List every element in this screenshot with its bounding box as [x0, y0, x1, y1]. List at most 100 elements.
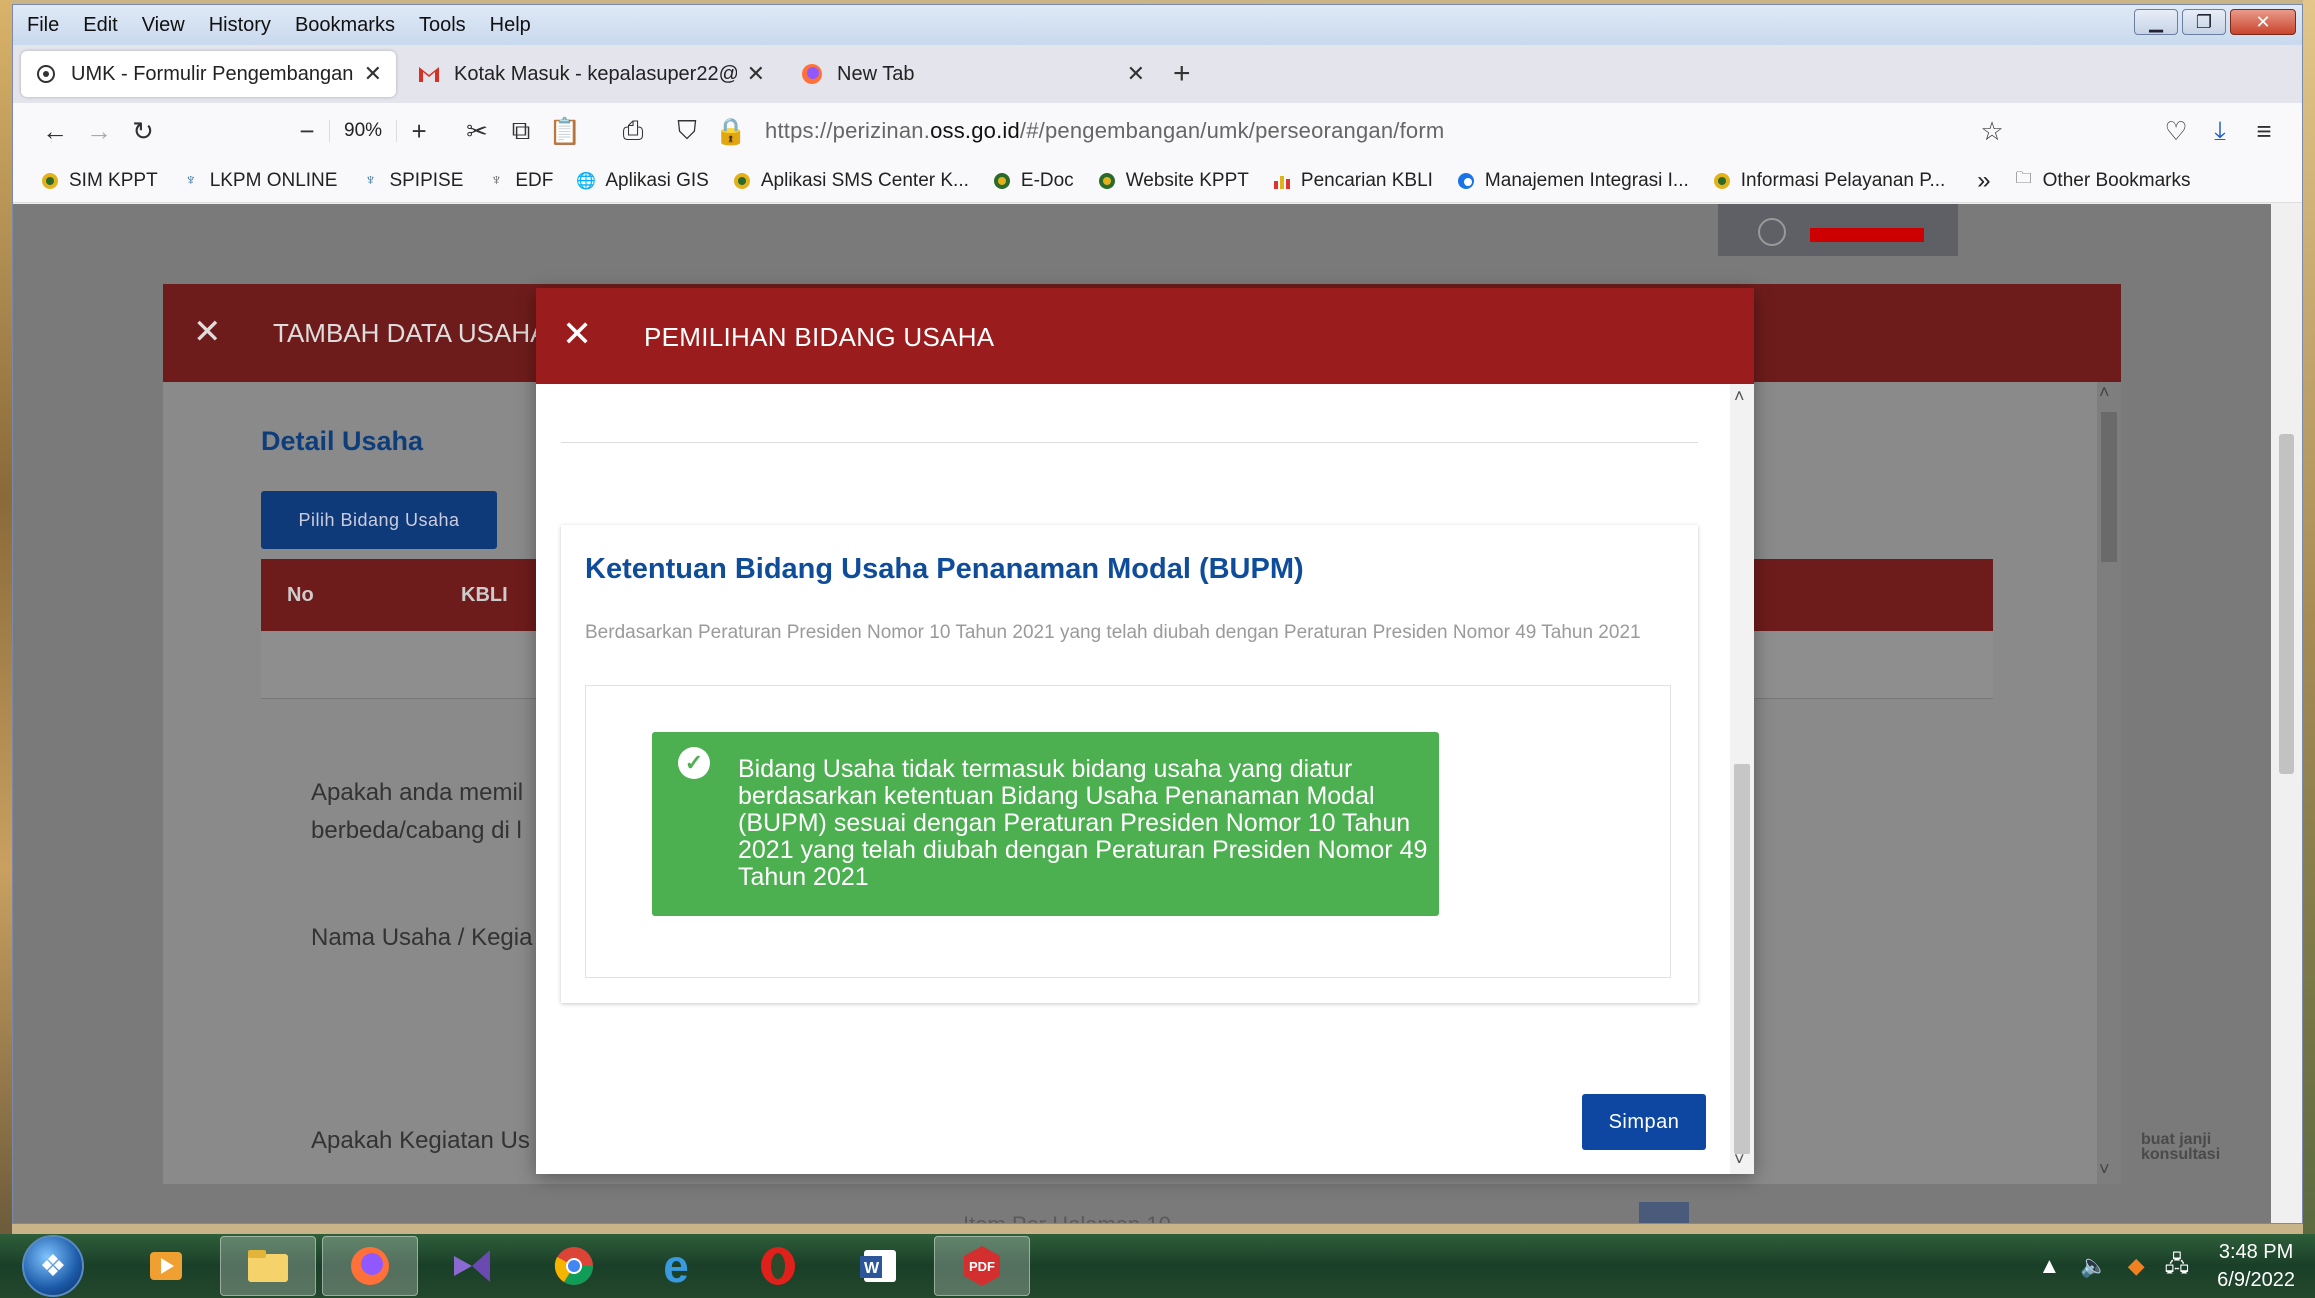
tab-gmail[interactable]: Kotak Masuk - kepalasuper22@ ✕ — [404, 51, 779, 97]
svg-text:PDF: PDF — [969, 1259, 995, 1274]
chevron-up-icon[interactable]: ˄ — [2099, 382, 2110, 403]
modal-header: ✕ PEMILIHAN BIDANG USAHA — [536, 288, 1754, 384]
emblem-icon — [991, 170, 1013, 192]
new-tab-icon[interactable]: + — [1173, 57, 1191, 91]
word-icon[interactable]: W — [832, 1236, 928, 1296]
bookmark-website-kppt[interactable]: Website KPPT — [1096, 170, 1249, 192]
url-domain: oss.go.id — [930, 118, 1020, 143]
simpan-button[interactable]: Simpan — [1582, 1094, 1706, 1150]
opera-icon[interactable] — [730, 1236, 826, 1296]
zoom-in-icon[interactable]: + — [397, 111, 441, 151]
close-window-icon[interactable]: ✕ — [2230, 9, 2296, 35]
close-tab-icon[interactable]: ✕ — [364, 61, 382, 87]
zoom-level[interactable]: 90% — [329, 120, 398, 142]
bookmark-e-doc[interactable]: E-Doc — [991, 170, 1074, 192]
menu-history[interactable]: History — [209, 14, 271, 37]
print-icon[interactable]: ⎙ — [611, 111, 655, 151]
chart-icon — [1271, 170, 1293, 192]
clock[interactable]: 3:48 PM 6/9/2022 — [2217, 1238, 2295, 1294]
menu-view[interactable]: View — [142, 14, 185, 37]
bookmark-other-bookmarks[interactable]: 🗀 Other Bookmarks — [2013, 170, 2191, 192]
bookmark-spipise[interactable]: ♆ SPIPISE — [359, 170, 463, 192]
pemilihan-bidang-usaha-modal: ✕ PEMILIHAN BIDANG USAHA Ketentuan Bidan… — [536, 288, 1754, 1174]
chevron-up-icon[interactable]: ˄ — [1734, 386, 1745, 407]
internet-explorer-icon[interactable]: e — [628, 1236, 724, 1296]
chrome-icon[interactable] — [526, 1236, 622, 1296]
show-hidden-icons-icon[interactable]: ▲ — [2039, 1253, 2061, 1279]
bookmark-lkpm-online[interactable]: ♆ LKPM ONLINE — [180, 170, 338, 192]
card-description: Berdasarkan Peraturan Presiden Nomor 10 … — [585, 622, 1641, 643]
items-per-page[interactable]: Item Per Halaman 10 — [963, 1212, 1171, 1223]
lock-icon[interactable]: 🔒 — [709, 111, 753, 151]
bookmark-aplikasi-gis[interactable]: 🌐 Aplikasi GIS — [575, 170, 708, 192]
bookmark-manajemen-integrasi[interactable]: Manajemen Integrasi I... — [1455, 170, 1689, 192]
scrollbar-thumb[interactable] — [2279, 434, 2294, 774]
close-icon[interactable]: ✕ — [193, 312, 222, 352]
tab-new-tab[interactable]: New Tab ✕ — [787, 51, 1159, 97]
firefox-icon[interactable] — [322, 1236, 418, 1296]
visual-studio-icon[interactable] — [424, 1236, 520, 1296]
start-icon[interactable]: ❖ — [22, 1235, 84, 1297]
download-icon[interactable]: ⤓ — [2198, 111, 2242, 151]
bupm-card: Ketentuan Bidang Usaha Penanaman Modal (… — [561, 525, 1698, 1003]
page-scrollbar[interactable] — [2271, 204, 2302, 1223]
window-controls: ▁ ❐ ✕ — [2134, 9, 2296, 35]
user-icon[interactable] — [1758, 218, 1786, 246]
bookmark-informasi-pelayanan[interactable]: Informasi Pelayanan P... — [1711, 170, 1945, 192]
maximize-icon[interactable]: ❐ — [2182, 9, 2226, 35]
page-content: ✕ TAMBAH DATA USAHA Detail Usaha Pilih B… — [13, 204, 2273, 1223]
paste-icon[interactable]: 📋 — [543, 111, 587, 151]
page-number-button[interactable] — [1639, 1202, 1689, 1223]
konsultasi-link[interactable]: buat janji konsultasi — [2141, 1132, 2220, 1163]
cut-icon[interactable]: ✂ — [455, 111, 499, 151]
menu-file[interactable]: File — [27, 14, 59, 37]
chevron-down-icon[interactable]: ˅ — [1734, 1149, 1745, 1170]
shield-icon[interactable]: ⛉ — [665, 111, 709, 151]
bookmark-label: EDF — [515, 169, 554, 191]
url-bar[interactable]: ⛉ 🔒 https://perizinan.oss.go.id/#/pengem… — [665, 111, 1970, 151]
scrollbar-thumb[interactable] — [2101, 412, 2117, 562]
file-explorer-icon[interactable] — [220, 1236, 316, 1296]
pilih-bidang-usaha-button[interactable]: Pilih Bidang Usaha — [261, 491, 497, 549]
zoom-out-icon[interactable]: − — [285, 111, 329, 151]
scrollbar-thumb[interactable] — [1734, 764, 1750, 1154]
forward-icon[interactable]: → — [77, 111, 121, 151]
clock-time: 3:48 PM — [2218, 1241, 2294, 1263]
bookmark-edf[interactable]: ♆ EDF — [485, 170, 553, 192]
dialog-scrollbar[interactable]: ˄ ˅ — [2097, 382, 2121, 1184]
bookmark-pencarian-kbli[interactable]: Pencarian KBLI — [1271, 170, 1433, 192]
avast-icon[interactable]: ◆ — [2128, 1253, 2145, 1279]
emblem-icon — [39, 170, 61, 192]
minimize-icon[interactable]: ▁ — [2134, 9, 2178, 35]
user-area — [1718, 204, 1958, 256]
back-icon[interactable]: ← — [33, 111, 77, 151]
close-tab-icon[interactable]: ✕ — [747, 61, 765, 87]
star-icon[interactable]: ☆ — [1970, 111, 2014, 151]
card-title: Ketentuan Bidang Usaha Penanaman Modal (… — [585, 553, 1304, 585]
pdf-icon[interactable]: PDF — [934, 1236, 1030, 1296]
pocket-icon[interactable]: ♡ — [2154, 111, 2198, 151]
system-tray: ▲ 🔈 ◆ 🖧 3:48 PM 6/9/2022 — [2019, 1234, 2315, 1298]
reload-icon[interactable]: ↻ — [121, 111, 165, 151]
volume-icon[interactable]: 🔈 — [2080, 1253, 2107, 1279]
menu-bookmarks[interactable]: Bookmarks — [295, 14, 395, 37]
close-icon[interactable]: ✕ — [562, 314, 592, 354]
chevron-down-icon[interactable]: ˅ — [2099, 1159, 2110, 1180]
bookmark-aplikasi-sms[interactable]: Aplikasi SMS Center K... — [731, 170, 969, 192]
menu-help[interactable]: Help — [490, 14, 531, 37]
modal-scrollbar[interactable]: ˄ ˅ — [1730, 384, 1754, 1174]
menu-edit[interactable]: Edit — [83, 14, 117, 37]
network-icon[interactable]: 🖧 — [2165, 1247, 2190, 1285]
copy-icon[interactable]: ⧉ — [499, 111, 543, 151]
chevrons-right-icon[interactable]: » — [1977, 167, 1990, 195]
media-player-icon[interactable] — [118, 1236, 214, 1296]
menu-icon[interactable]: ≡ — [2242, 111, 2286, 151]
bookmark-sim-kppt[interactable]: SIM KPPT — [39, 170, 158, 192]
close-tab-icon[interactable]: ✕ — [1127, 61, 1145, 87]
menu-tools[interactable]: Tools — [419, 14, 466, 37]
label-nama-usaha: Nama Usaha / Kegia — [311, 924, 533, 951]
tab-umk-formulir[interactable]: UMK - Formulir Pengembangan ✕ — [21, 51, 396, 97]
url-text[interactable]: https://perizinan.oss.go.id/#/pengembang… — [765, 118, 1444, 144]
garuda-icon: ♆ — [490, 171, 503, 189]
desktop-background — [0, 0, 12, 1240]
